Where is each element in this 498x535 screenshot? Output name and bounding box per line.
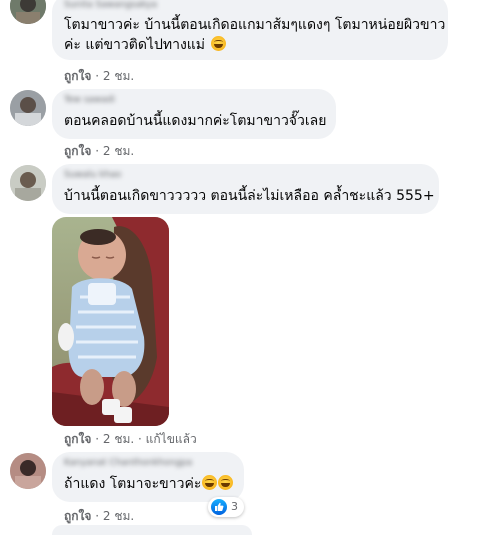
avatar-photo [10,0,46,24]
reaction-count: 3 [231,500,238,513]
avatar-photo [10,453,46,489]
edited-label[interactable]: แก้ไขแล้ว [146,432,197,446]
comment-author[interactable]: Suwalu khao [64,170,121,180]
grin-emoji-icon [210,36,226,51]
comment-bubble: Suwalu khao บ้านนี้ตอนเกิดขาววววว ตอนนี้… [52,164,439,214]
attached-photo[interactable] [52,217,169,426]
separator: · [91,69,103,83]
comment-text: ตอนคลอดบ้านนี้แดงมากค่ะโตมาขาวจั๊วเลย [64,113,327,129]
like-button[interactable]: ถูกใจ [64,69,91,83]
separator: · [91,509,103,523]
comment-bubble: Kanyanat Chanthonkhongpa ถ้าแดง โตมาจะขา… [52,452,244,502]
timestamp[interactable]: 2 ชม. [103,432,134,446]
comment-actions: ถูกใจ · 2 ชม. [64,143,134,159]
timestamp[interactable]: 2 ชม. [103,509,134,523]
comment-bubble: Sunita Sawangsakya โตมาขาวค่ะ บ้านนี้ตอน… [52,0,448,60]
baby-photo-image [52,217,169,426]
timestamp[interactable]: 2 ชม. [103,69,134,83]
comment-bubble: Tew sawadi ตอนคลอดบ้านนี้แดงมากค่ะโตมาขา… [52,89,336,139]
avatar[interactable] [10,165,46,201]
reaction-summary[interactable]: 3 [208,497,244,517]
like-button[interactable]: ถูกใจ [64,144,91,158]
comment-text-content: ถ้าแดง โตมาจะขาวค่ะ [64,476,202,492]
comment-author[interactable]: Sunita Sawangsakya [64,0,157,10]
separator: · [91,144,103,158]
like-button[interactable]: ถูกใจ [64,432,91,446]
avatar-photo [10,90,46,126]
thumbs-up-icon [211,499,227,515]
avatar[interactable] [10,0,46,24]
avatar-photo [10,165,46,201]
comment-text: ถ้าแดง โตมาจะขาวค่ะ [64,474,234,494]
comment-author[interactable]: Kanyanat Chanthonkhongpa [64,458,192,468]
comment-text: โตมาขาวค่ะ บ้านนี้ตอนเกิดอแกมาส้มๆแดงๆ โ… [64,15,445,55]
timestamp[interactable]: 2 ชม. [103,144,134,158]
separator: · [134,432,146,446]
comment-actions: ถูกใจ · 2 ชม. [64,68,134,84]
like-button[interactable]: ถูกใจ [64,509,91,523]
avatar[interactable] [10,90,46,126]
next-comment-bubble-partial [52,525,252,535]
grin-emoji-icon [202,475,218,490]
comment-actions: ถูกใจ · 2 ชม. [64,508,134,524]
grin-emoji-icon [218,475,234,490]
comment-author[interactable]: Tew sawadi [64,95,115,105]
comment-actions: ถูกใจ · 2 ชม. · แก้ไขแล้ว [64,431,197,447]
comment-text: บ้านนี้ตอนเกิดขาววววว ตอนนี้ล่ะไม่เหลืออ… [64,188,435,204]
avatar[interactable] [10,453,46,489]
comment-text-content: โตมาขาวค่ะ บ้านนี้ตอนเกิดอแกมาส้มๆแดงๆ โ… [64,17,446,53]
separator: · [91,432,103,446]
